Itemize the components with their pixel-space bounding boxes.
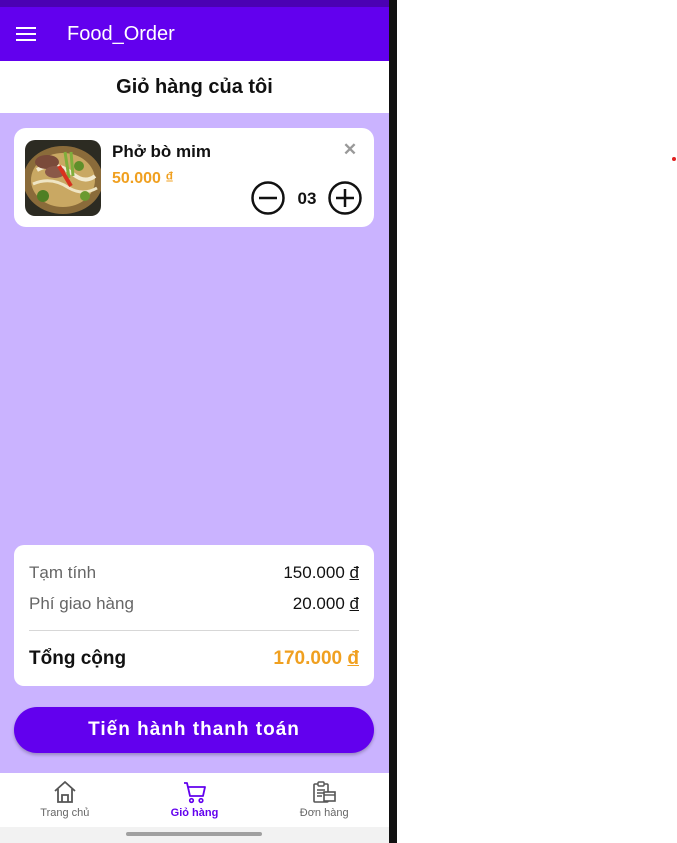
- order-summary: Tạm tính 150.000 đ Phí giao hàng 20.000 …: [14, 545, 374, 686]
- total-value: 170.000 đ: [273, 648, 359, 669]
- nav-label-orders: Đơn hàng: [299, 807, 349, 819]
- nav-label-cart: Giỏ hàng: [170, 807, 219, 819]
- device-frame-edge: [389, 0, 397, 843]
- plus-circle-icon[interactable]: [328, 181, 362, 215]
- close-icon[interactable]: ✕: [342, 141, 358, 158]
- phone-screen: Food_Order Giỏ hàng của tôi Phở bò mim 5…: [0, 0, 389, 843]
- orders-icon: [313, 781, 336, 803]
- nav-item-orders[interactable]: Đơn hàng: [259, 773, 389, 827]
- bottom-navigation: Trang chủ Giỏ hàng Đơn hàng: [0, 773, 389, 827]
- pho-bo-image: [25, 140, 101, 216]
- page-title: Giỏ hàng của tôi: [116, 75, 273, 98]
- cart-item[interactable]: Phở bò mim 50.000 ₫ ✕ 03: [14, 128, 374, 227]
- item-name: Phở bò mim: [112, 142, 211, 161]
- status-bar: [0, 0, 389, 7]
- delivery-fee-label: Phí giao hàng: [29, 594, 134, 613]
- page-header: Giỏ hàng của tôi: [0, 61, 389, 113]
- hamburger-menu-icon[interactable]: [0, 7, 52, 61]
- minus-circle-icon[interactable]: [251, 181, 285, 215]
- summary-divider: [29, 630, 359, 631]
- app-title: Food_Order: [67, 22, 175, 45]
- subtotal-label: Tạm tính: [29, 563, 97, 582]
- nav-item-cart[interactable]: Giỏ hàng: [130, 773, 260, 827]
- nav-label-home: Trang chủ: [40, 807, 90, 819]
- cart-icon: [183, 782, 206, 804]
- delivery-fee-value: 20.000 đ: [292, 594, 359, 613]
- total-row: Tổng cộng 170.000 đ: [29, 648, 359, 670]
- checkout-button[interactable]: Tiến hành thanh toán: [14, 707, 374, 753]
- nav-item-home[interactable]: Trang chủ: [0, 773, 130, 827]
- gesture-area: [0, 827, 389, 843]
- item-price: 50.000 ₫: [112, 170, 174, 187]
- subtotal-row: Tạm tính 150.000 đ: [29, 563, 359, 583]
- home-icon: [54, 781, 76, 803]
- subtotal-value: 150.000 đ: [283, 563, 359, 582]
- app-bar: Food_Order: [0, 7, 389, 61]
- delivery-fee-row: Phí giao hàng 20.000 đ: [29, 594, 359, 614]
- total-label: Tổng cộng: [29, 648, 127, 669]
- gesture-handle[interactable]: [126, 832, 262, 836]
- quantity-value: 03: [297, 189, 317, 208]
- red-dot-marker: [672, 157, 676, 161]
